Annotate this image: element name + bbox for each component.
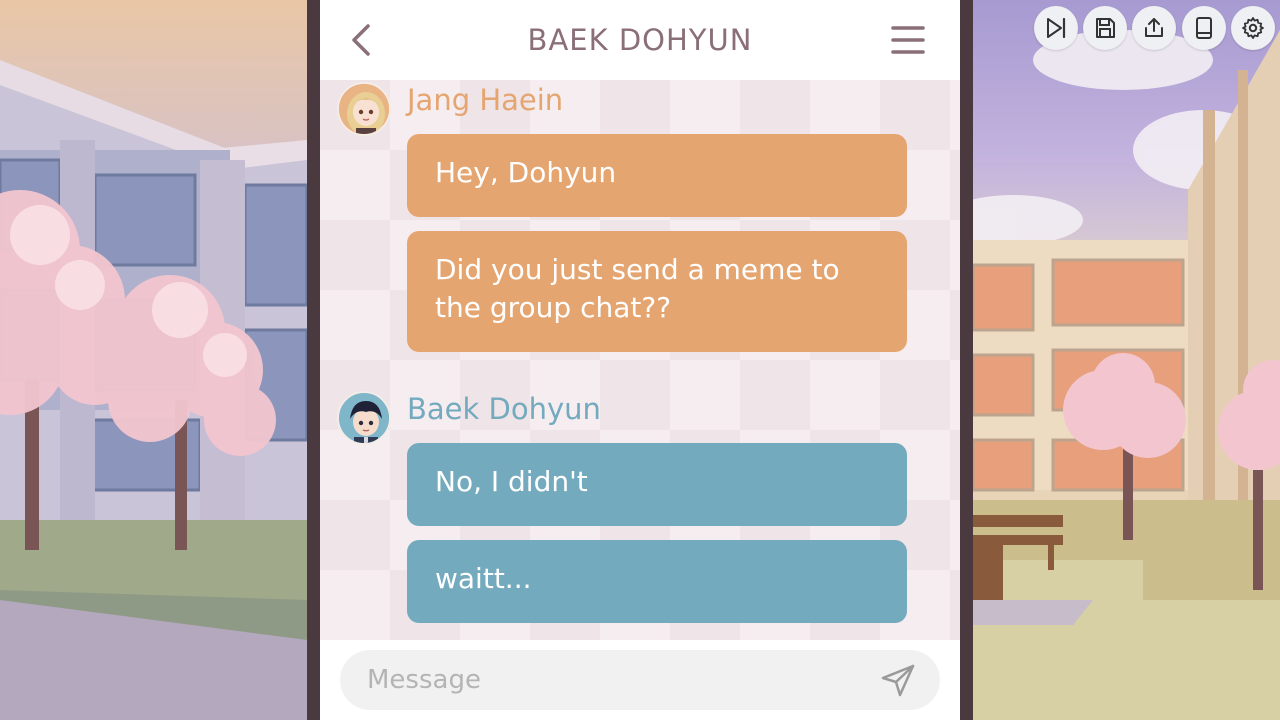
save-icon [1096, 18, 1115, 38]
share-button[interactable] [1132, 6, 1176, 50]
menu-button[interactable] [888, 20, 928, 60]
sender-name: Baek Dohyun [407, 392, 601, 426]
phone-frame: BAEK DOHYUN Jang Haein Hey, Dohyun Did y… [307, 0, 973, 720]
message-bubble[interactable]: No, I didn't [407, 443, 907, 526]
message-text: Did you just send a meme to the group ch… [435, 253, 840, 324]
message-input[interactable] [340, 650, 940, 710]
message-text: waitt... [435, 562, 532, 595]
background-scene-right [973, 0, 1280, 720]
chat-title: BAEK DOHYUN [527, 23, 753, 57]
message-bubble[interactable]: Did you just send a meme to the group ch… [407, 231, 907, 352]
avatar-jang-haein [337, 82, 391, 136]
avatar-baek-dohyun [337, 391, 391, 445]
settings-button[interactable] [1231, 6, 1275, 50]
sender-name: Jang Haein [407, 83, 564, 117]
skip-icon [1047, 17, 1066, 39]
message-bubble[interactable]: waitt... [407, 540, 907, 623]
hamburger-menu-icon [891, 26, 925, 54]
message-bubble[interactable]: Hey, Dohyun [407, 134, 907, 217]
quick-menu-toolbar [1034, 6, 1278, 50]
background-scene-left [0, 0, 307, 720]
send-icon [881, 664, 915, 697]
skip-button[interactable] [1034, 6, 1078, 50]
message-text: Hey, Dohyun [435, 156, 617, 189]
log-button[interactable] [1182, 6, 1226, 50]
chat-screen: BAEK DOHYUN Jang Haein Hey, Dohyun Did y… [320, 0, 960, 720]
share-icon [1145, 18, 1163, 37]
message-list[interactable]: Jang Haein Hey, Dohyun Did you just send… [320, 80, 960, 640]
chat-header: BAEK DOHYUN [320, 0, 960, 80]
log-icon [1196, 17, 1212, 39]
back-button[interactable] [342, 20, 382, 60]
settings-icon [1242, 17, 1264, 39]
message-text: No, I didn't [435, 465, 588, 498]
composer-bar [320, 640, 960, 720]
send-button[interactable] [878, 660, 918, 700]
chevron-left-icon [352, 24, 370, 56]
save-button[interactable] [1083, 6, 1127, 50]
